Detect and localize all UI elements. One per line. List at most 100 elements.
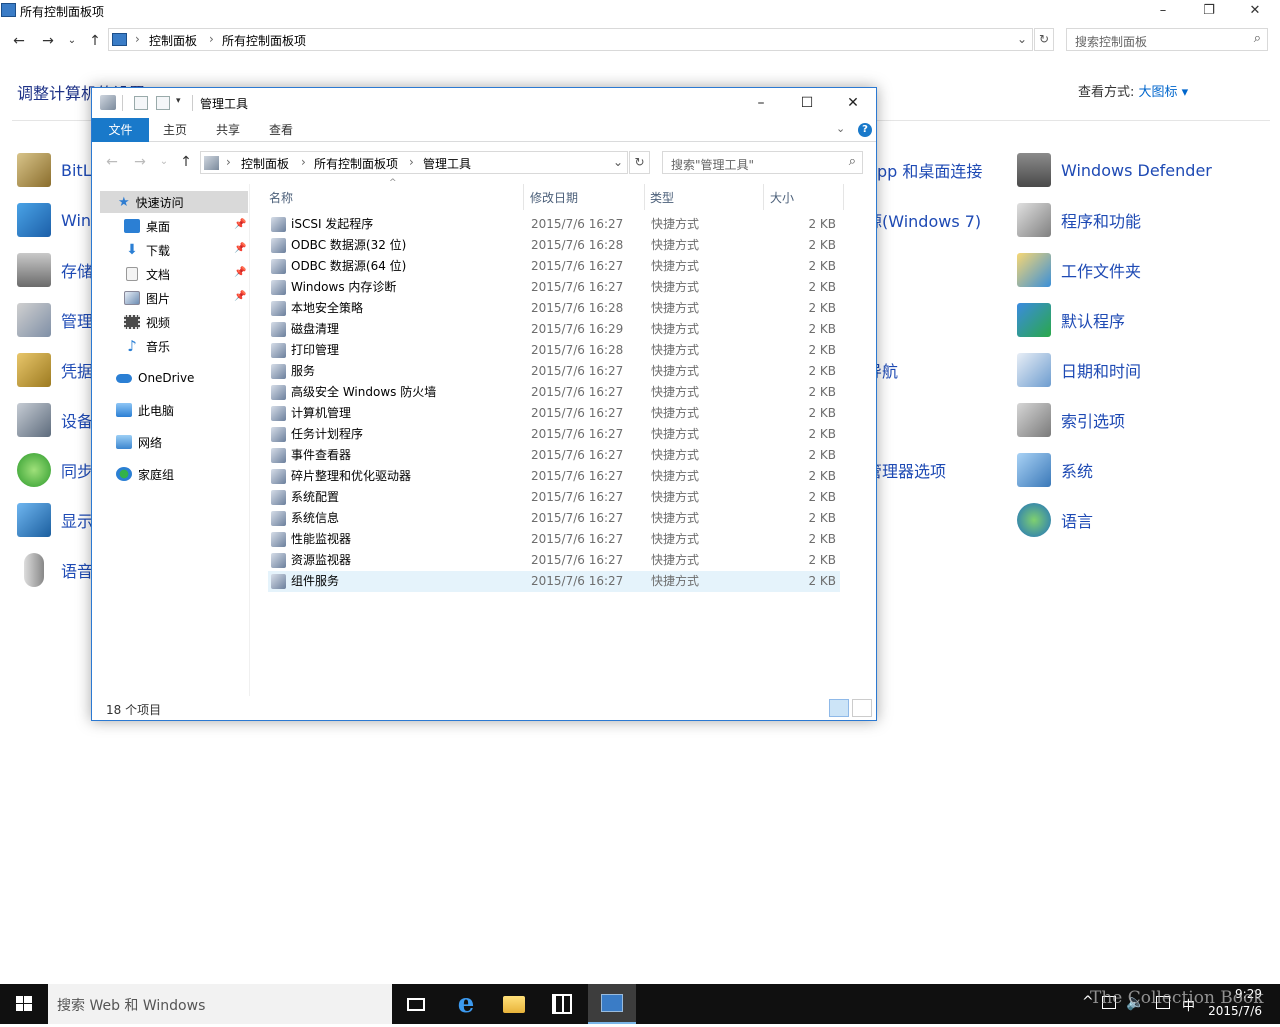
minimize-button[interactable]: – bbox=[738, 88, 784, 118]
taskbar-control-panel[interactable] bbox=[588, 984, 636, 1024]
minimize-button[interactable]: – bbox=[1140, 0, 1186, 22]
cp-item-default-programs[interactable]: 默认程序 bbox=[1017, 300, 1125, 340]
cp-item-date-time[interactable]: 日期和时间 bbox=[1017, 350, 1141, 390]
cp-item-credentials[interactable]: 凭据 bbox=[17, 350, 93, 390]
pin-icon[interactable]: 📌 bbox=[234, 291, 246, 302]
properties-icon[interactable] bbox=[134, 96, 148, 110]
cp-item-windows[interactable]: Win bbox=[17, 200, 91, 240]
table-row[interactable]: ODBC 数据源(64 位) 2015/7/6 16:27 快捷方式 2 KB bbox=[268, 256, 840, 277]
chevron-down-icon[interactable]: ⌄ bbox=[1017, 32, 1027, 46]
column-header-date[interactable]: 修改日期 bbox=[530, 188, 578, 208]
cp-item-language[interactable]: 语言 bbox=[1017, 500, 1093, 540]
cp-item-work-folders[interactable]: 工作文件夹 bbox=[1017, 250, 1141, 290]
control-panel-address-bar[interactable]: › 控制面板 › 所有控制面板项 ⌄ bbox=[108, 28, 1033, 51]
cp-item-indexing[interactable]: 索引选项 bbox=[1017, 400, 1125, 440]
table-row[interactable]: 本地安全策略 2015/7/6 16:28 快捷方式 2 KB bbox=[268, 298, 840, 319]
restore-button[interactable]: ❐ bbox=[1186, 0, 1232, 22]
nav-network[interactable]: 网络 bbox=[116, 431, 162, 453]
cp-item-bitlocker[interactable]: BitL bbox=[17, 150, 92, 190]
refresh-icon[interactable]: ↻ bbox=[629, 151, 650, 174]
up-arrow-icon[interactable]: ↑ bbox=[176, 152, 196, 172]
breadcrumb-control-panel[interactable]: 控制面板 bbox=[149, 32, 197, 49]
column-divider[interactable] bbox=[523, 184, 524, 210]
nav-downloads[interactable]: ⬇ 下载 bbox=[124, 239, 170, 261]
table-row[interactable]: 事件查看器 2015/7/6 16:27 快捷方式 2 KB bbox=[268, 445, 840, 466]
column-divider[interactable] bbox=[644, 184, 645, 210]
taskbar-search-input[interactable]: 搜索 Web 和 Windows bbox=[48, 984, 392, 1024]
cp-item-file-explorer-options[interactable]: 管理器选项 bbox=[866, 450, 946, 490]
nav-documents[interactable]: 文档 bbox=[124, 263, 170, 285]
column-header-size[interactable]: 大小 bbox=[770, 188, 794, 208]
table-row[interactable]: 任务计划程序 2015/7/6 16:27 快捷方式 2 KB bbox=[268, 424, 840, 445]
cp-item-speech[interactable]: 语音 bbox=[17, 550, 93, 590]
nav-music[interactable]: ♪ 音乐 bbox=[124, 335, 170, 357]
back-arrow-icon[interactable]: ← bbox=[102, 152, 122, 172]
forward-arrow-icon[interactable]: → bbox=[130, 152, 150, 172]
table-row[interactable]: iSCSI 发起程序 2015/7/6 16:27 快捷方式 2 KB bbox=[268, 214, 840, 235]
explorer-search-input[interactable]: 搜索"管理工具" ⌕ bbox=[662, 151, 863, 174]
cp-item-display[interactable]: 显示 bbox=[17, 500, 93, 540]
table-row[interactable]: 资源监视器 2015/7/6 16:27 快捷方式 2 KB bbox=[268, 550, 840, 571]
nav-quick-access[interactable]: ★ 快速访问 bbox=[100, 191, 248, 213]
cp-item-devices[interactable]: 设备 bbox=[17, 400, 93, 440]
table-row[interactable]: 系统信息 2015/7/6 16:27 快捷方式 2 KB bbox=[268, 508, 840, 529]
nav-this-pc[interactable]: 此电脑 bbox=[116, 399, 174, 421]
nav-onedrive[interactable]: OneDrive bbox=[116, 367, 194, 389]
breadcrumb-admin-tools[interactable]: 管理工具 bbox=[423, 155, 471, 172]
breadcrumb-control-panel[interactable]: 控制面板 bbox=[241, 155, 289, 172]
nav-pictures[interactable]: 图片 bbox=[124, 287, 170, 309]
cp-item-admin[interactable]: 管理 bbox=[17, 300, 93, 340]
taskbar-file-explorer[interactable] bbox=[490, 984, 538, 1024]
cp-item-backup[interactable]: 源(Windows 7) bbox=[866, 200, 981, 240]
pin-icon[interactable]: 📌 bbox=[234, 243, 246, 254]
chevron-down-icon[interactable]: ⌄ bbox=[613, 155, 623, 169]
breadcrumb-all-items[interactable]: 所有控制面板项 bbox=[222, 32, 306, 49]
search-icon[interactable]: ⌕ bbox=[1254, 31, 1261, 46]
table-row[interactable]: 组件服务 2015/7/6 16:27 快捷方式 2 KB bbox=[268, 571, 840, 592]
table-row[interactable]: 计算机管理 2015/7/6 16:27 快捷方式 2 KB bbox=[268, 403, 840, 424]
table-row[interactable]: 服务 2015/7/6 16:27 快捷方式 2 KB bbox=[268, 361, 840, 382]
column-header-type[interactable]: 类型 bbox=[650, 188, 674, 208]
search-icon[interactable]: ⌕ bbox=[849, 154, 856, 169]
cp-item-sync[interactable]: 同步 bbox=[17, 450, 93, 490]
column-header-name[interactable]: 名称 bbox=[269, 188, 293, 208]
breadcrumb-all-items[interactable]: 所有控制面板项 bbox=[314, 155, 398, 172]
explorer-address-bar[interactable]: › 控制面板 › 所有控制面板项 › 管理工具 ⌄ bbox=[200, 151, 628, 174]
table-row[interactable]: 性能监视器 2015/7/6 16:27 快捷方式 2 KB bbox=[268, 529, 840, 550]
up-arrow-icon[interactable]: ↑ bbox=[85, 31, 105, 51]
tab-share[interactable]: 共享 bbox=[205, 118, 251, 142]
task-view-button[interactable] bbox=[392, 984, 440, 1024]
pin-icon[interactable]: 📌 bbox=[234, 267, 246, 278]
nav-desktop[interactable]: 桌面 bbox=[124, 215, 170, 237]
nav-homegroup[interactable]: 家庭组 bbox=[116, 463, 174, 485]
close-button[interactable]: ✕ bbox=[830, 88, 876, 118]
column-divider[interactable] bbox=[763, 184, 764, 210]
table-row[interactable]: 高级安全 Windows 防火墙 2015/7/6 16:27 快捷方式 2 KB bbox=[268, 382, 840, 403]
close-button[interactable]: ✕ bbox=[1232, 0, 1278, 22]
taskbar-store[interactable] bbox=[538, 984, 586, 1024]
table-row[interactable]: 磁盘清理 2015/7/6 16:29 快捷方式 2 KB bbox=[268, 319, 840, 340]
cp-item-programs[interactable]: 程序和功能 bbox=[1017, 200, 1141, 240]
control-panel-search-input[interactable]: 搜索控制面板 ⌕ bbox=[1066, 28, 1268, 51]
forward-arrow-icon[interactable]: → bbox=[38, 31, 58, 51]
large-icons-view-icon[interactable] bbox=[852, 699, 872, 717]
ribbon-expand-icon[interactable]: ⌄ bbox=[836, 122, 845, 135]
view-by-dropdown[interactable]: 大图标 ▾ bbox=[1139, 85, 1189, 100]
back-arrow-icon[interactable]: ← bbox=[9, 31, 29, 51]
tab-view[interactable]: 查看 bbox=[258, 118, 304, 142]
table-row[interactable]: 打印管理 2015/7/6 16:28 快捷方式 2 KB bbox=[268, 340, 840, 361]
tab-home[interactable]: 主页 bbox=[152, 118, 198, 142]
refresh-icon[interactable]: ↻ bbox=[1034, 28, 1054, 51]
recent-chevron-icon[interactable]: ⌄ bbox=[154, 152, 174, 172]
table-row[interactable]: 碎片整理和优化驱动器 2015/7/6 16:27 快捷方式 2 KB bbox=[268, 466, 840, 487]
nav-videos[interactable]: 视频 bbox=[124, 311, 170, 333]
new-folder-icon[interactable] bbox=[156, 96, 170, 110]
table-row[interactable]: 系统配置 2015/7/6 16:27 快捷方式 2 KB bbox=[268, 487, 840, 508]
tab-file[interactable]: 文件 bbox=[92, 118, 149, 142]
cp-item-storage[interactable]: 存储 bbox=[17, 250, 93, 290]
table-row[interactable]: ODBC 数据源(32 位) 2015/7/6 16:28 快捷方式 2 KB bbox=[268, 235, 840, 256]
cp-item-system[interactable]: 系统 bbox=[1017, 450, 1093, 490]
cp-item-remoteapp[interactable]: App 和桌面连接 bbox=[866, 150, 982, 190]
start-button[interactable] bbox=[0, 984, 48, 1024]
table-row[interactable]: Windows 内存诊断 2015/7/6 16:27 快捷方式 2 KB bbox=[268, 277, 840, 298]
